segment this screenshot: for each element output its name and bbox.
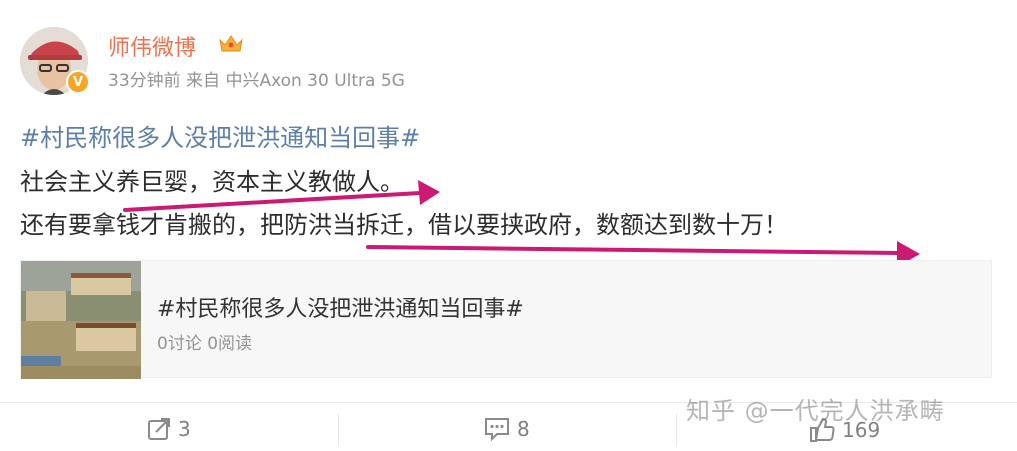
post-text-line-1: 社会主义养巨婴，资本主义教做人。 [20,168,404,196]
post-meta: 33分钟前 来自 中兴Axon 30 Ultra 5G [108,71,405,91]
action-separator [676,414,677,446]
repost-count: 3 [178,417,191,441]
post-text-line-2: 还有要拿钱才肯搬的，把防洪当拆迁，借以要挟政府，数额达到数十万！ [20,211,788,239]
post-hashtag-link[interactable]: #村民称很多人没把泄洪通知当回事# [20,118,420,153]
crown-icon[interactable] [218,32,244,54]
topic-card[interactable]: #村民称很多人没把泄洪通知当回事# 0讨论 0阅读 [20,260,992,379]
author-name[interactable]: 师伟微博 [108,30,196,62]
repost-icon [148,418,170,440]
watermark-text: 知乎 @一代完人洪承畴 [686,397,945,425]
comment-icon [485,418,509,442]
comment-button[interactable]: 8 [483,416,530,442]
repost-button[interactable]: 3 [146,416,191,442]
topic-thumbnail [21,261,141,379]
verified-badge-icon: V [66,70,90,94]
action-separator [338,414,339,446]
topic-card-title: #村民称很多人没把泄洪通知当回事# [157,297,524,322]
comment-count: 8 [517,417,530,441]
topic-card-stats: 0讨论 0阅读 [157,334,253,354]
